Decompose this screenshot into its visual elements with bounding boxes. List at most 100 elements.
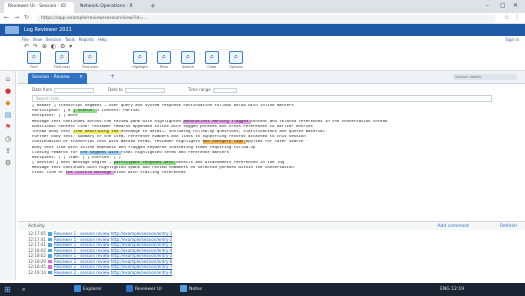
search-icon: ⌕ xyxy=(157,51,171,64)
maximize-icon[interactable]: ▢ xyxy=(500,2,506,9)
toolbar-button-label: Find prev xyxy=(81,65,99,69)
search-icon: ⌕ xyxy=(83,51,97,64)
toolbar-button[interactable]: ⌕ Filter xyxy=(152,51,176,69)
transcript-line: Final line of the visible message block … xyxy=(32,171,186,176)
app-title: Log Reviewer 2021 xyxy=(24,27,72,33)
search-icon[interactable]: ⌕ xyxy=(22,283,25,296)
history-icon[interactable]: ◷ xyxy=(4,135,12,143)
toolbar-button[interactable]: ⌕ Find next xyxy=(50,51,74,69)
date-to-input[interactable] xyxy=(124,87,165,93)
export-icon[interactable]: ⇪ xyxy=(4,147,12,155)
taskbar-item-label: Explorer xyxy=(83,287,102,292)
range-filter[interactable]: Time range xyxy=(188,85,237,94)
search-icon: ⌕ xyxy=(133,51,147,64)
activity-panel-header: Activity Add comment Refresh xyxy=(18,221,525,230)
log-entry-link[interactable]: http://example/session/entry-4 xyxy=(111,248,172,253)
log-user-link[interactable]: Reviewer 1 - session review xyxy=(54,253,110,258)
log-user-link[interactable]: Reviewer 1 - session review xyxy=(54,237,110,242)
tab-session-review[interactable]: Session - Review ✕ xyxy=(28,73,87,84)
home-icon[interactable]: ⌂ xyxy=(4,75,12,83)
toolbar-button-label: Options xyxy=(229,65,243,69)
address-bar-row: ← → ↻ https://app.example/review/session… xyxy=(0,13,525,24)
activity-panel-title: Activity xyxy=(28,224,45,229)
log-entry-link[interactable]: http://example/session/entry-6 xyxy=(111,259,172,264)
sign-in-link[interactable]: Sign in xyxy=(505,36,519,43)
system-tray[interactable]: ENG 12:19 xyxy=(440,283,464,296)
log-entry-link[interactable]: http://example/session/entry-5 xyxy=(111,253,172,258)
documents-icon[interactable]: ▤ xyxy=(4,111,12,119)
close-icon[interactable]: ✕ xyxy=(79,75,83,80)
log-entry-link[interactable]: http://example/session/entry-7 xyxy=(111,264,172,269)
date-from-filter[interactable]: Date from xyxy=(32,85,95,94)
log-user-link[interactable]: Reviewer 1 - session review xyxy=(54,242,110,247)
status-square xyxy=(48,243,52,247)
close-icon[interactable]: ✕ xyxy=(513,2,518,9)
log-user-link[interactable]: Reviewer 2 - session review xyxy=(54,259,110,264)
quick-access-icons[interactable]: ↶ ↷ ⊕ ◐ ⚙ ▾ xyxy=(24,43,73,50)
left-sidebar: ⌂ ● ◆ ▤ ⚑ ◷ ⇪ ⚙ xyxy=(0,71,16,280)
menu-help[interactable]: Help xyxy=(98,37,107,42)
toolbar-button[interactable]: ⌕ Search xyxy=(176,51,200,69)
alerts-icon[interactable]: ◆ xyxy=(4,99,12,107)
menu-view[interactable]: View xyxy=(33,37,43,42)
date-from-input[interactable] xyxy=(54,87,95,93)
log-row[interactable]: 12:19:10 Reviewer 2 - session review http… xyxy=(28,270,508,276)
date-to-filter[interactable]: Date to xyxy=(108,85,165,94)
toolbar-button[interactable]: ⌕ Find prev xyxy=(78,51,102,69)
app-logo xyxy=(5,26,19,34)
toolbar-button[interactable]: ⌕ Highlight xyxy=(128,51,152,69)
session-info-field[interactable]: Session details xyxy=(453,74,517,80)
sessions-icon[interactable]: ● xyxy=(4,87,12,95)
log-entry-link[interactable]: http://example/session/entry-2 xyxy=(111,237,172,242)
add-tab-button[interactable]: + xyxy=(110,73,115,80)
log-user-link[interactable]: Reviewer 1 - session review xyxy=(54,231,110,236)
range-input[interactable] xyxy=(212,87,237,93)
menu-session[interactable]: Session xyxy=(46,37,61,42)
taskbar-item[interactable]: Notes xyxy=(180,283,202,296)
status-square xyxy=(48,265,52,269)
url-field[interactable]: https://app.example/review/session/view?… xyxy=(36,15,496,23)
browser-window: Reviewer UI - Session - ID Network Opera… xyxy=(0,0,525,296)
menu-icon[interactable]: ⋮ xyxy=(514,14,520,21)
star-icon[interactable]: ☆ xyxy=(504,14,509,21)
session-tab-strip: Session - Review ✕ + Session details xyxy=(18,71,525,84)
taskbar-item[interactable]: Explorer xyxy=(74,283,102,296)
taskbar-item-label: Notes xyxy=(189,287,202,292)
session-tab-label: Session - Review xyxy=(32,75,70,80)
toolbar-button[interactable]: ⌕ Find xyxy=(22,51,46,69)
settings-icon[interactable]: ⚙ xyxy=(4,159,12,167)
toolbar-button[interactable]: ⌕ Clear xyxy=(200,51,224,69)
start-icon[interactable]: ⊞ xyxy=(4,283,11,296)
log-user-link[interactable]: Reviewer 2 - session review xyxy=(54,270,110,275)
refresh-link[interactable]: Refresh xyxy=(500,222,517,231)
browser-icon xyxy=(126,285,133,292)
log-entry-link[interactable]: http://example/session/entry-1 xyxy=(111,231,172,236)
log-entry-link[interactable]: http://example/session/entry-8 xyxy=(111,270,172,275)
status-square xyxy=(48,254,52,258)
browser-tab-bar: Reviewer UI - Session - ID Network Opera… xyxy=(0,0,525,13)
toolbar-button[interactable]: ⌕ Options xyxy=(224,51,248,69)
log-user-link[interactable]: Reviewer 2 - session review xyxy=(54,264,110,269)
forward-icon[interactable]: → xyxy=(14,14,19,21)
browser-tab[interactable]: Reviewer UI - Session - ID xyxy=(4,2,74,13)
search-icon: ⌕ xyxy=(27,51,41,64)
taskbar-item[interactable]: Reviewer UI xyxy=(126,283,162,296)
search-icon: ⌕ xyxy=(181,51,195,64)
reload-icon[interactable]: ↻ xyxy=(24,14,29,21)
add-comment-link[interactable]: Add comment xyxy=(437,222,469,231)
log-entry-link[interactable]: http://example/session/entry-3 xyxy=(111,242,172,247)
app-menu: File View Session Tools Reports Help Sig… xyxy=(0,36,525,43)
filter-row: Date from Date to Time range xyxy=(18,85,525,94)
log-user-link[interactable]: Reviewer 1 - session review xyxy=(54,248,110,253)
menu-file[interactable]: File xyxy=(22,37,29,42)
search-input[interactable]: Search text… xyxy=(32,95,492,102)
minimize-icon[interactable]: – xyxy=(486,2,489,9)
new-tab-button[interactable]: + xyxy=(150,2,156,10)
menu-reports[interactable]: Reports xyxy=(79,37,94,42)
search-icon: ⌕ xyxy=(55,51,69,64)
toolbar-button-label: Clear xyxy=(207,65,217,69)
menu-tools[interactable]: Tools xyxy=(65,37,75,42)
tags-icon[interactable]: ⚑ xyxy=(4,123,12,131)
back-icon[interactable]: ← xyxy=(4,14,9,21)
browser-tab[interactable]: Network Operations - R xyxy=(76,2,146,13)
